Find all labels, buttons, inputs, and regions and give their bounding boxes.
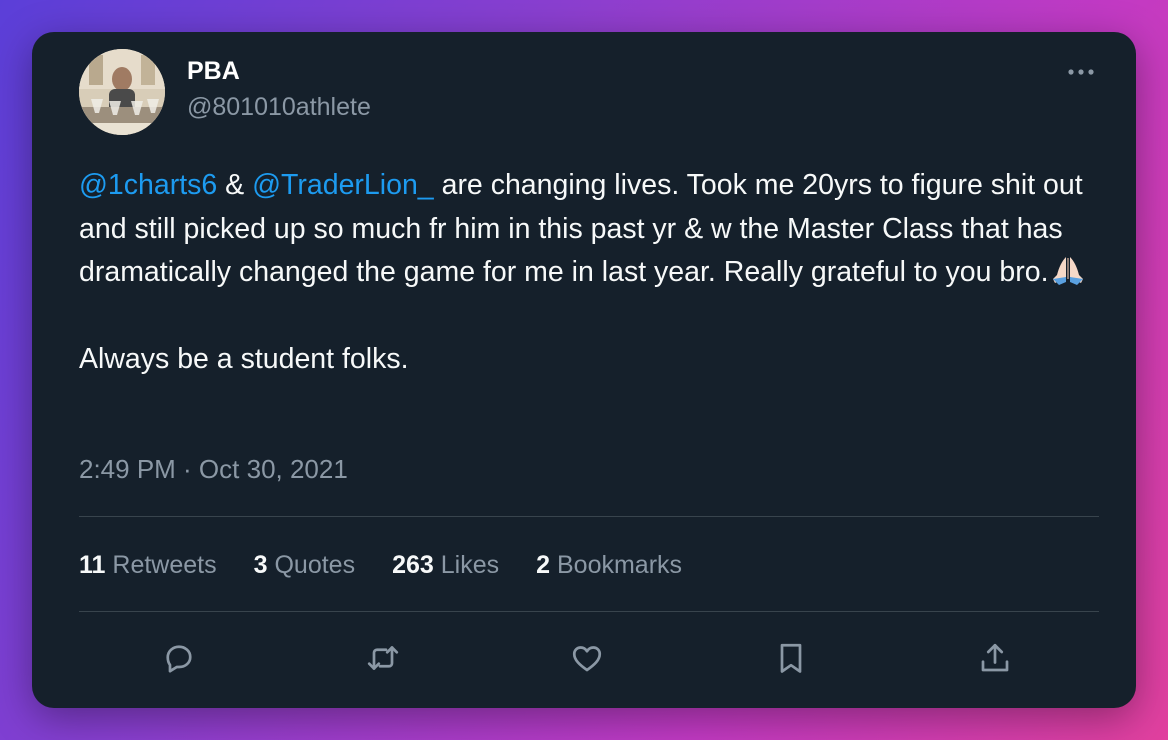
mention-link[interactable]: @1charts6: [79, 169, 217, 201]
retweet-icon[interactable]: [361, 636, 405, 680]
stat-count: 263: [392, 551, 434, 579]
stat-count: 3: [253, 551, 268, 579]
tweet-card: PBA @801010athlete @1charts6 & @TraderLi…: [32, 32, 1136, 708]
engagement-stats: 11 Retweets 3 Quotes 263 Likes 2 Bookmar…: [79, 548, 682, 582]
stat-count: 2: [536, 551, 551, 579]
stat-label: Quotes: [274, 551, 356, 579]
share-icon[interactable]: [973, 636, 1017, 680]
retweets-stat[interactable]: 11 Retweets: [79, 548, 217, 582]
stat-label: Retweets: [112, 551, 217, 579]
author-name[interactable]: PBA: [187, 56, 240, 86]
divider: [79, 611, 1099, 612]
like-icon[interactable]: [565, 636, 609, 680]
tweet-text-footer: Always be a student folks.: [79, 343, 409, 375]
stat-label: Bookmarks: [556, 551, 683, 579]
reply-icon[interactable]: [157, 636, 201, 680]
folded-hands-icon: [1049, 255, 1087, 287]
action-bar: [79, 630, 1099, 686]
mention-link[interactable]: @TraderLion_: [252, 169, 434, 201]
tweet-timestamp[interactable]: 2:49 PM · Oct 30, 2021: [79, 452, 348, 486]
bookmark-icon[interactable]: [769, 636, 813, 680]
author-handle[interactable]: @801010athlete: [187, 92, 371, 122]
divider: [79, 516, 1099, 517]
stat-count: 11: [79, 551, 106, 579]
stat-label: Likes: [440, 551, 500, 579]
more-options-icon[interactable]: [1066, 62, 1096, 82]
tweet-text-amp: &: [217, 169, 253, 201]
bookmarks-stat[interactable]: 2 Bookmarks: [536, 548, 682, 582]
avatar[interactable]: [79, 49, 165, 135]
tweet-text: @1charts6 & @TraderLion_ are changing li…: [79, 164, 1099, 382]
likes-stat[interactable]: 263 Likes: [392, 548, 499, 582]
quotes-stat[interactable]: 3 Quotes: [254, 548, 355, 582]
